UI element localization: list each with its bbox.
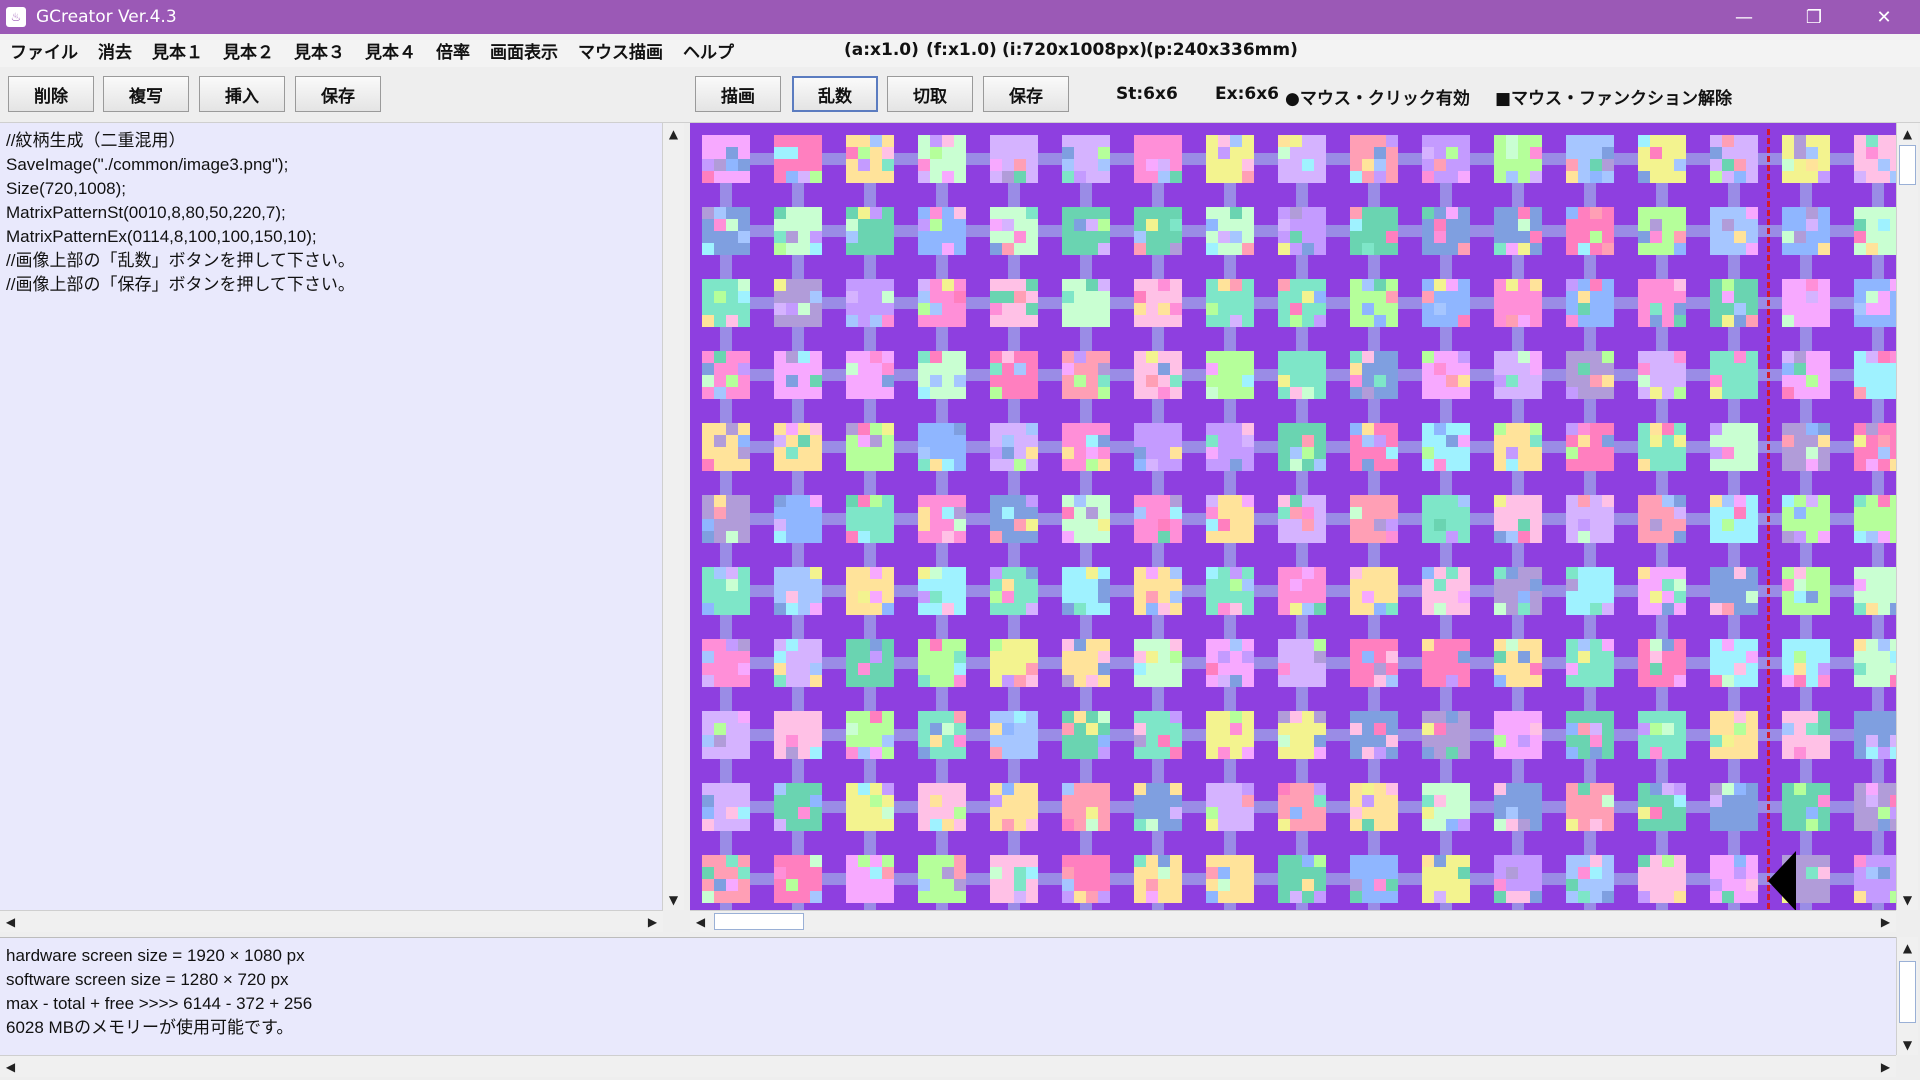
ex-label: Ex:6x6: [1215, 84, 1279, 104]
scroll-left-icon[interactable]: ◀: [0, 1056, 21, 1077]
status-a: (a:x1.0): [844, 40, 919, 60]
code-line: MatrixPatternEx(0114,8,100,100,150,10);: [6, 227, 317, 246]
delete-button[interactable]: 削除: [8, 76, 94, 112]
draw-button[interactable]: 描画: [695, 76, 781, 112]
window-title: GCreator Ver.4.3: [36, 7, 177, 27]
console-vertical-scrollbar[interactable]: ▲ ▼: [1896, 937, 1918, 1055]
console-line: max - total + free >>>> 6144 - 372 + 256: [6, 994, 313, 1013]
menu-zoom[interactable]: 倍率: [436, 38, 470, 63]
code-line: //画像上部の「保存」ボタンを押して下さい。: [6, 275, 355, 294]
canvas-horizontal-scrollbar[interactable]: ◀ ▶: [690, 910, 1896, 932]
console-line: software screen size = 1280 × 720 px: [6, 970, 289, 989]
title-bar: ♨ GCreator Ver.4.3 — ❐ ✕: [0, 0, 1920, 34]
scroll-down-icon[interactable]: ▼: [1897, 889, 1918, 910]
scroll-up-icon[interactable]: ▲: [663, 123, 684, 144]
save-code-button[interactable]: 保存: [295, 76, 381, 112]
menu-display[interactable]: 画面表示: [490, 38, 558, 63]
scroll-right-icon[interactable]: ▶: [1875, 911, 1896, 932]
menu-sample-2[interactable]: 見本２: [223, 38, 274, 63]
st-label: St:6x6: [1116, 84, 1178, 104]
random-button[interactable]: 乱数: [792, 76, 878, 112]
mouse-click-toggle[interactable]: ●マウス・クリック有効: [1285, 84, 1470, 109]
console-output: hardware screen size = 1920 × 1080 px so…: [0, 937, 1896, 1056]
menu-file[interactable]: ファイル: [10, 38, 78, 63]
menu-help[interactable]: ヘルプ: [683, 38, 734, 63]
status-i: (i:720x1008px): [1002, 40, 1148, 60]
console-horizontal-scrollbar[interactable]: ◀ ▶: [0, 1055, 1896, 1077]
app-icon: ♨: [6, 7, 26, 27]
code-editor[interactable]: //紋柄生成（二重混用） SaveImage("./common/image3.…: [0, 123, 684, 910]
scroll-down-icon[interactable]: ▼: [663, 889, 684, 910]
menu-bar: ファイル 消去 見本１ 見本２ 見本３ 見本４ 倍率 画面表示 マウス描画 ヘル…: [0, 34, 1920, 67]
menu-sample-3[interactable]: 見本３: [294, 38, 345, 63]
guide-line: [1767, 129, 1770, 909]
copy-button[interactable]: 複写: [103, 76, 189, 112]
menu-clear[interactable]: 消去: [98, 38, 132, 63]
code-line: Size(720,1008);: [6, 179, 127, 198]
code-line: MatrixPatternSt(0010,8,80,50,220,7);: [6, 203, 286, 222]
canvas-vertical-scrollbar[interactable]: ▲ ▼: [1896, 123, 1918, 910]
menu-sample-1[interactable]: 見本１: [152, 38, 203, 63]
minimize-icon[interactable]: —: [1716, 0, 1772, 34]
close-icon[interactable]: ✕: [1856, 0, 1912, 34]
toolbar: 削除 複写 挿入 保存 描画 乱数 切取 保存 St:6x6 Ex:6x6 ●マ…: [0, 67, 1920, 123]
status-p: (p:240x336mm): [1146, 40, 1298, 60]
pattern-image: [702, 135, 1896, 910]
save-image-button[interactable]: 保存: [983, 76, 1069, 112]
insert-button[interactable]: 挿入: [199, 76, 285, 112]
scroll-right-icon[interactable]: ▶: [642, 911, 663, 932]
scroll-up-icon[interactable]: ▲: [1897, 123, 1918, 144]
menu-sample-4[interactable]: 見本４: [365, 38, 416, 63]
code-line: SaveImage("./common/image3.png");: [6, 155, 289, 174]
editor-vertical-scrollbar[interactable]: ▲ ▼: [662, 123, 684, 910]
scroll-thumb[interactable]: [714, 913, 804, 930]
menu-mouse-draw[interactable]: マウス描画: [578, 38, 663, 63]
scroll-up-icon[interactable]: ▲: [1897, 937, 1918, 958]
scroll-left-icon[interactable]: ◀: [0, 911, 21, 932]
scroll-thumb[interactable]: [1899, 961, 1916, 1023]
scroll-right-icon[interactable]: ▶: [1875, 1056, 1896, 1077]
scroll-left-icon[interactable]: ◀: [690, 911, 711, 932]
editor-horizontal-scrollbar[interactable]: ◀ ▶: [0, 910, 663, 932]
restore-icon[interactable]: ❐: [1786, 0, 1842, 34]
scroll-down-icon[interactable]: ▼: [1897, 1034, 1918, 1055]
mouse-function-toggle[interactable]: ■マウス・ファンクション解除: [1495, 84, 1732, 109]
code-line: //紋柄生成（二重混用）: [6, 131, 186, 150]
mouse-cursor-icon: [1768, 851, 1796, 910]
image-canvas[interactable]: [690, 123, 1896, 910]
code-text[interactable]: //紋柄生成（二重混用） SaveImage("./common/image3.…: [6, 129, 355, 297]
cut-button[interactable]: 切取: [887, 76, 973, 112]
code-line: //画像上部の「乱数」ボタンを押して下さい。: [6, 251, 355, 270]
console-line: 6028 MBのメモリーが使用可能です。: [6, 1018, 294, 1037]
console-line: hardware screen size = 1920 × 1080 px: [6, 946, 305, 965]
status-f: (f:x1.0): [926, 40, 997, 60]
scroll-thumb[interactable]: [1899, 145, 1916, 185]
